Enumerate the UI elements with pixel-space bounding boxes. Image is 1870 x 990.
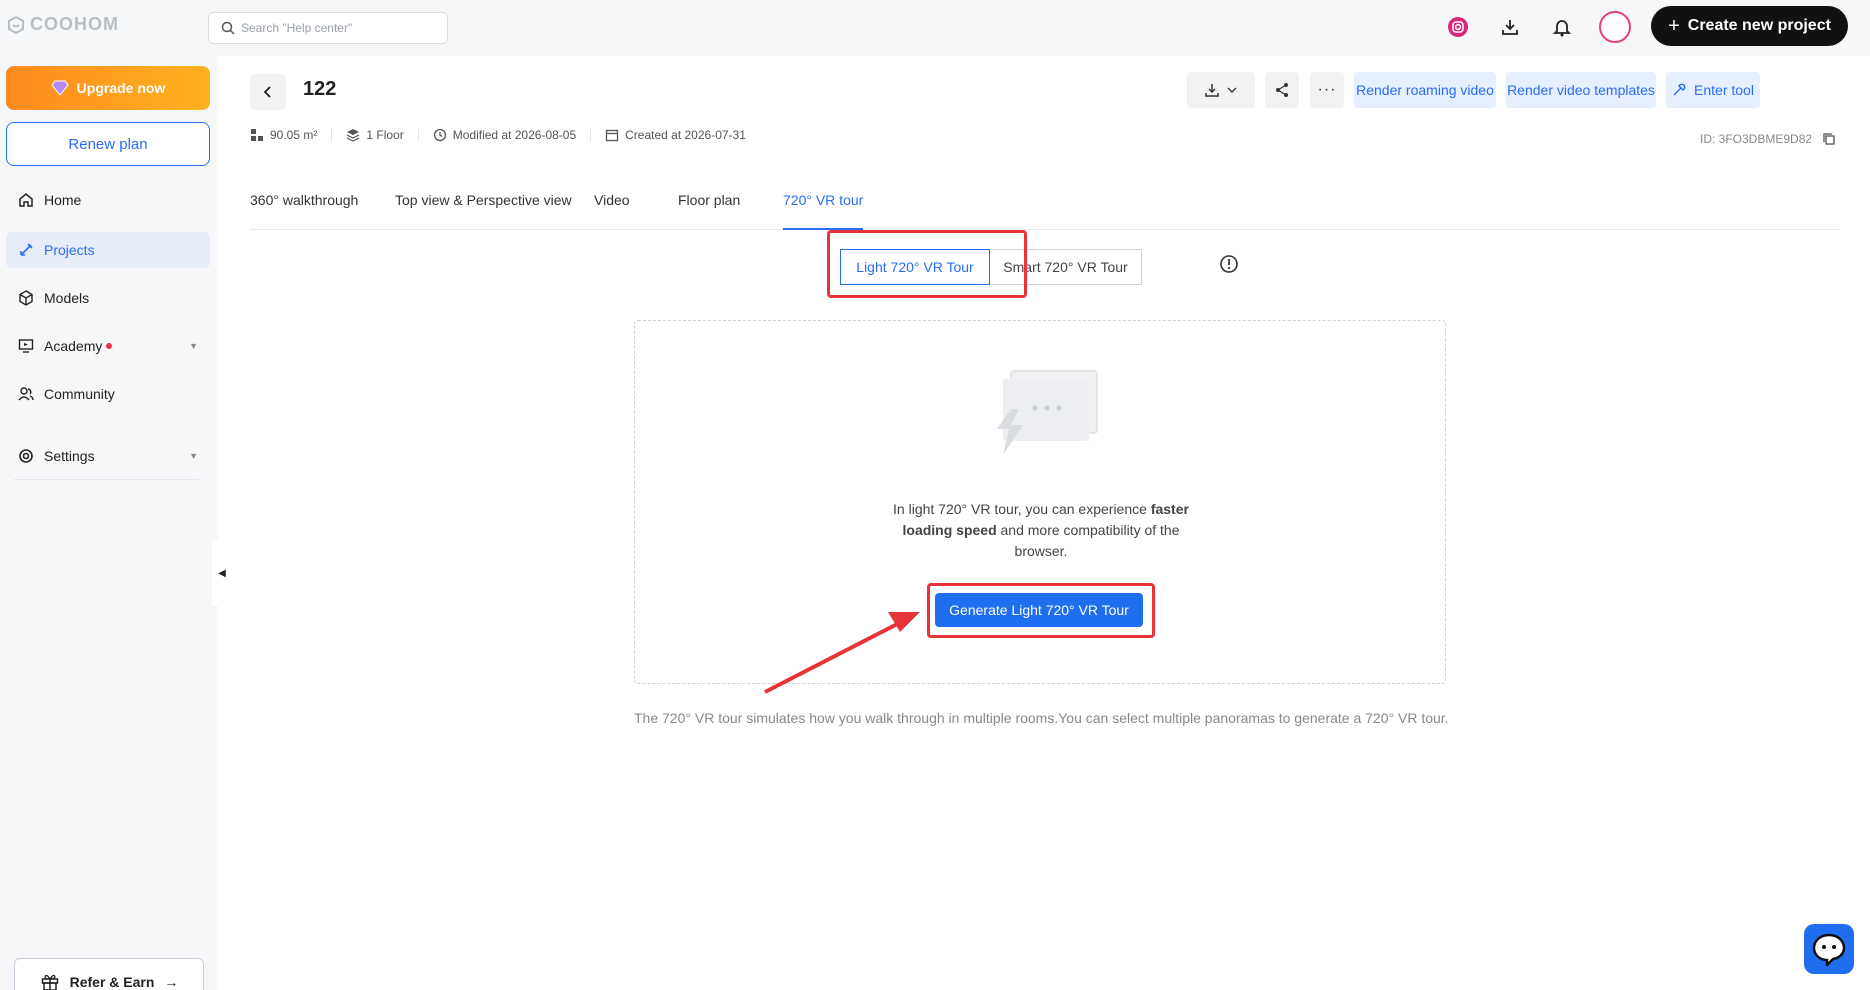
gift-icon [41,974,58,990]
sidebar-item-label: Models [44,290,90,306]
tab-top-perspective-view[interactable]: Top view & Perspective view [395,180,572,230]
project-id-value: ID: 3FO3DBME9D82 [1700,132,1813,146]
sidebar-item-models[interactable]: Models [6,280,210,316]
download-icon [1205,84,1219,97]
logo-icon [8,15,24,34]
caret-down-icon: ▼ [189,341,198,351]
back-button[interactable] [250,74,286,110]
enter-tool-label: Enter tool [1694,82,1754,98]
chevron-down-icon [1227,87,1237,93]
renew-plan-button[interactable]: Renew plan [6,122,210,166]
more-icon: ··· [1317,81,1337,98]
sidebar-item-label: Projects [44,242,95,258]
sidebar: Upgrade now Renew plan Home Projects Mod… [0,56,218,990]
sidebar-item-projects[interactable]: Projects [6,232,210,268]
share-icon [1276,83,1288,97]
download-icon[interactable] [1497,14,1523,40]
meta-created: Created at 2026-07-31 [591,128,760,142]
share-button[interactable] [1265,72,1299,108]
plus-icon: + [1668,14,1680,37]
tab-720-vr-tour[interactable]: 720° VR tour [783,180,864,230]
sidebar-item-community[interactable]: Community [6,376,210,412]
sidebar-item-academy[interactable]: Academy ▼ [6,328,210,364]
upgrade-button[interactable]: Upgrade now [6,66,210,110]
coohom-logo[interactable]: COOHOM [6,14,119,35]
highlight-light-option [827,230,1027,298]
meta-modified: Modified at 2026-08-05 [419,128,592,142]
tab-video[interactable]: Video [594,180,630,230]
bell-icon[interactable] [1549,14,1575,40]
projects-icon [20,243,33,256]
meta-area: 90.05 m² [250,128,333,142]
created-value: Created at 2026-07-31 [625,128,746,142]
tab-360-walkthrough[interactable]: 360° walkthrough [250,180,358,230]
sidebar-item-label: Home [44,192,82,208]
view-tabs: 360° walkthrough Top view & Perspective … [250,180,1840,230]
gear-icon [19,449,33,463]
clock-icon [433,128,446,142]
calendar-icon [605,129,619,142]
upgrade-label: Upgrade now [76,80,166,96]
chat-icon [1812,933,1846,966]
renew-plan-label: Renew plan [68,135,148,153]
sidebar-item-label: Community [44,386,115,402]
main-content: 122 90.05 m² 1 Floor Modified at 2026-08… [218,56,1870,990]
description-part: In light 720° VR tour, you can experienc… [893,501,1151,517]
empty-placeholder-icon [997,370,1098,455]
search-icon [221,21,235,35]
create-new-project-label: Create new project [1687,17,1831,34]
refer-label: Refer & Earn [69,974,155,990]
description-part: and more compatibility of the browser. [996,522,1180,559]
refer-and-earn-button[interactable]: Refer & Earn → [14,958,204,990]
create-new-project-button[interactable]: + Create new project [1651,6,1848,46]
monitor-icon [18,339,34,353]
top-bar: COOHOM Search "Help center" + Create new… [0,0,1870,56]
collapse-sidebar-handle[interactable]: ◀ [212,540,232,606]
arrow-right-icon: → [164,974,179,990]
floors-value: 1 Floor [366,128,404,142]
modified-value: Modified at 2026-08-05 [452,128,577,142]
people-icon [18,387,34,401]
render-video-templates-button[interactable]: Render video templates [1506,72,1656,108]
cube-icon [19,290,33,306]
chevron-left-icon [263,86,271,98]
search-placeholder: Search "Help center" [241,21,353,35]
sidebar-item-settings[interactable]: Settings ▼ [6,438,210,474]
sidebar-divider [14,479,199,480]
vr-tour-footnote: The 720° VR tour simulates how you walk … [634,710,1449,726]
tab-floor-plan[interactable]: Floor plan [678,180,740,230]
copy-icon[interactable] [1822,132,1836,146]
caret-left-icon: ◀ [218,567,226,579]
render-roaming-label: Render roaming video [1356,82,1494,98]
meta-floors: 1 Floor [332,128,419,142]
diamond-icon [51,80,69,96]
render-templates-label: Render video templates [1507,82,1655,98]
logo-text: COOHOM [30,14,119,34]
project-id: ID: 3FO3DBME9D82 [1700,132,1836,146]
home-icon [19,193,33,207]
render-roaming-video-button[interactable]: Render roaming video [1354,72,1496,108]
empty-state-description: In light 720° VR tour, you can experienc… [885,499,1197,562]
more-options-button[interactable]: ··· [1310,72,1344,108]
floor-area-icon [251,129,263,141]
area-value: 90.05 m² [270,128,318,142]
highlight-generate-button [927,583,1155,638]
sidebar-item-home[interactable]: Home [6,182,210,218]
notification-dot [106,343,113,349]
project-title: 122 [303,78,337,100]
layers-icon [347,129,360,142]
project-meta: 90.05 m² 1 Floor Modified at 2026-08-05 … [250,128,760,142]
sidebar-item-label: Settings [44,448,95,464]
instagram-icon[interactable] [1445,14,1471,40]
avatar[interactable] [1599,11,1631,43]
sidebar-item-label: Academy [44,338,103,354]
caret-down-icon: ▼ [189,451,198,461]
enter-tool-button[interactable]: Enter tool [1666,72,1760,108]
info-icon[interactable] [1219,254,1239,277]
download-dropdown-button[interactable] [1187,72,1255,108]
search-input[interactable]: Search "Help center" [208,12,448,44]
tool-icon [1673,83,1686,96]
chat-support-button[interactable] [1804,924,1854,974]
